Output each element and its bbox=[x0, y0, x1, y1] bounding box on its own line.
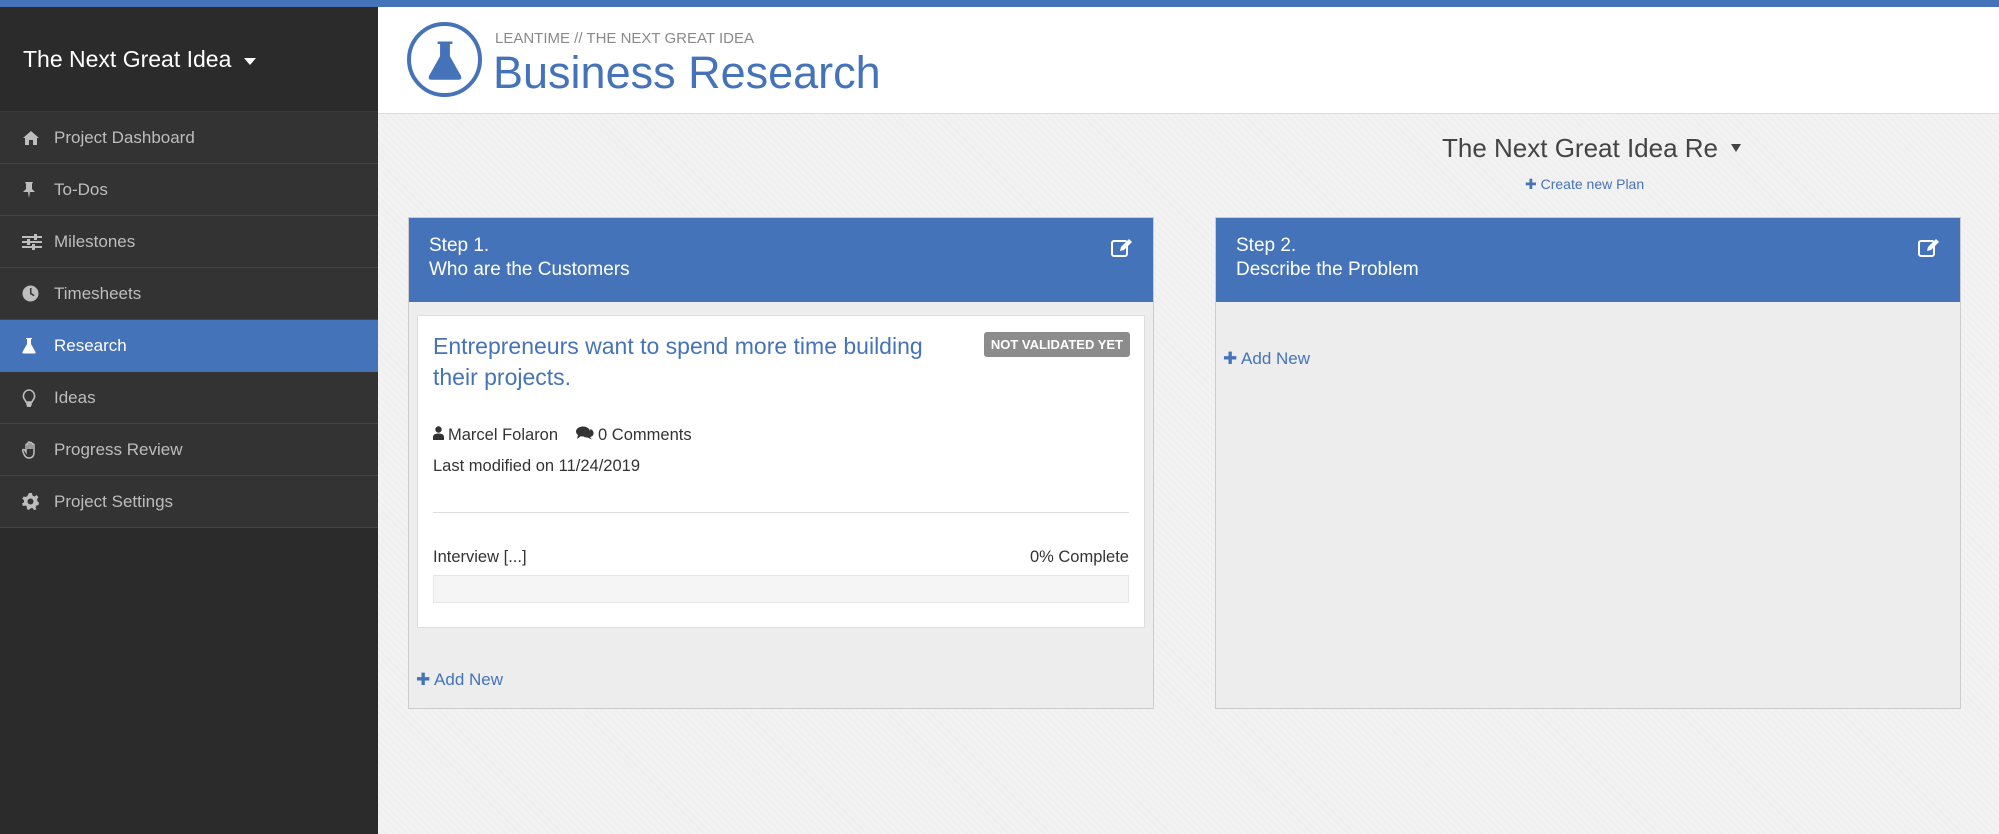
step-title: Who are the Customers bbox=[429, 259, 630, 280]
project-name: The Next Great Idea bbox=[23, 45, 232, 72]
sidebar-item-research[interactable]: Research bbox=[0, 320, 378, 372]
sidebar-item-progress-review[interactable]: Progress Review bbox=[0, 424, 378, 476]
create-plan-link[interactable]: ✚ Create new Plan bbox=[1525, 176, 1644, 193]
dropdown-arrow-icon bbox=[1731, 144, 1741, 152]
top-accent-bar bbox=[0, 0, 1999, 7]
plus-icon: ✚ bbox=[1525, 176, 1537, 192]
add-new-label: Add New bbox=[1241, 349, 1311, 368]
user-icon bbox=[433, 426, 444, 445]
divider bbox=[433, 512, 1129, 513]
caret-down-icon bbox=[244, 57, 257, 65]
card-comments-link[interactable]: 0 Comments bbox=[598, 426, 692, 445]
sidebar-item-label: To-Dos bbox=[54, 179, 108, 199]
flask-icon bbox=[22, 336, 46, 356]
card-progress-text: 0% Complete bbox=[1029, 548, 1129, 566]
sidebar-item-label: Milestones bbox=[54, 231, 136, 251]
sidebar-item-project-dashboard[interactable]: Project Dashboard bbox=[0, 112, 378, 164]
sidebar-item-ideas[interactable]: Ideas bbox=[0, 372, 378, 424]
sidebar: The Next Great Idea Project Dashboard To… bbox=[0, 7, 378, 834]
page-title: Business Research bbox=[493, 47, 881, 98]
card-meta: Marcel Folaron 0 Comments bbox=[433, 426, 696, 445]
gear-icon bbox=[22, 492, 46, 512]
sidebar-item-milestones[interactable]: Milestones bbox=[0, 216, 378, 268]
step-header: Step 2. Describe the Problem bbox=[1216, 218, 1960, 302]
sidebar-item-timesheets[interactable]: Timesheets bbox=[0, 268, 378, 320]
sliders-icon bbox=[22, 232, 46, 252]
progress-bar bbox=[433, 575, 1129, 603]
comments-icon bbox=[576, 426, 594, 445]
card-modified-date: Last modified on 11/24/2019 bbox=[433, 457, 641, 475]
home-icon bbox=[22, 128, 46, 148]
research-card: Entrepreneurs want to spend more time bu… bbox=[417, 315, 1145, 628]
create-plan-label: Create new Plan bbox=[1540, 176, 1645, 192]
add-new-label: Add New bbox=[434, 670, 504, 689]
edit-icon[interactable] bbox=[1111, 238, 1133, 265]
plus-icon: ✚ bbox=[1223, 349, 1238, 368]
step-number: Step 1. bbox=[429, 235, 490, 256]
step-panel-1: Step 1. Who are the Customers Entreprene… bbox=[408, 217, 1154, 709]
sidebar-item-label: Timesheets bbox=[54, 283, 142, 303]
breadcrumb: LEANTIME // THE NEXT GREAT IDEA bbox=[495, 30, 754, 47]
plan-selector[interactable]: The Next Great Idea Re bbox=[1442, 133, 1741, 164]
main-content: The Next Great Idea Re ✚ Create new Plan… bbox=[378, 114, 1999, 834]
sidebar-item-todos[interactable]: To-Dos bbox=[0, 164, 378, 216]
pin-icon bbox=[22, 180, 46, 200]
project-selector[interactable]: The Next Great Idea bbox=[0, 7, 378, 112]
sidebar-item-project-settings[interactable]: Project Settings bbox=[0, 476, 378, 528]
sidebar-item-label: Ideas bbox=[54, 387, 96, 407]
sidebar-item-label: Progress Review bbox=[54, 439, 183, 459]
plus-icon: ✚ bbox=[416, 670, 431, 689]
add-new-button[interactable]: ✚ Add New bbox=[1223, 349, 1310, 369]
edit-icon[interactable] bbox=[1918, 238, 1940, 265]
step-header: Step 1. Who are the Customers bbox=[409, 218, 1153, 302]
lightbulb-icon bbox=[22, 388, 46, 408]
sidebar-item-label: Project Settings bbox=[54, 491, 174, 511]
plan-selected-value: The Next Great Idea Re bbox=[1442, 133, 1719, 163]
sidebar-item-label: Project Dashboard bbox=[54, 127, 195, 147]
clock-icon bbox=[22, 284, 46, 304]
card-author: Marcel Folaron bbox=[448, 426, 559, 444]
sidebar-item-label: Research bbox=[54, 335, 127, 355]
card-title[interactable]: Entrepreneurs want to spend more time bu… bbox=[433, 331, 963, 393]
flask-icon bbox=[407, 22, 482, 97]
step-panel-2: Step 2. Describe the Problem ✚ Add New bbox=[1215, 217, 1961, 709]
add-new-button[interactable]: ✚ Add New bbox=[416, 670, 503, 690]
page-header: LEANTIME // THE NEXT GREAT IDEA Business… bbox=[378, 7, 1999, 114]
step-number: Step 2. bbox=[1236, 235, 1297, 256]
hand-icon bbox=[22, 440, 46, 460]
step-title: Describe the Problem bbox=[1236, 259, 1419, 280]
status-badge[interactable]: NOT VALIDATED YET bbox=[983, 332, 1130, 357]
card-metric-label: Interview [...] bbox=[433, 548, 527, 566]
